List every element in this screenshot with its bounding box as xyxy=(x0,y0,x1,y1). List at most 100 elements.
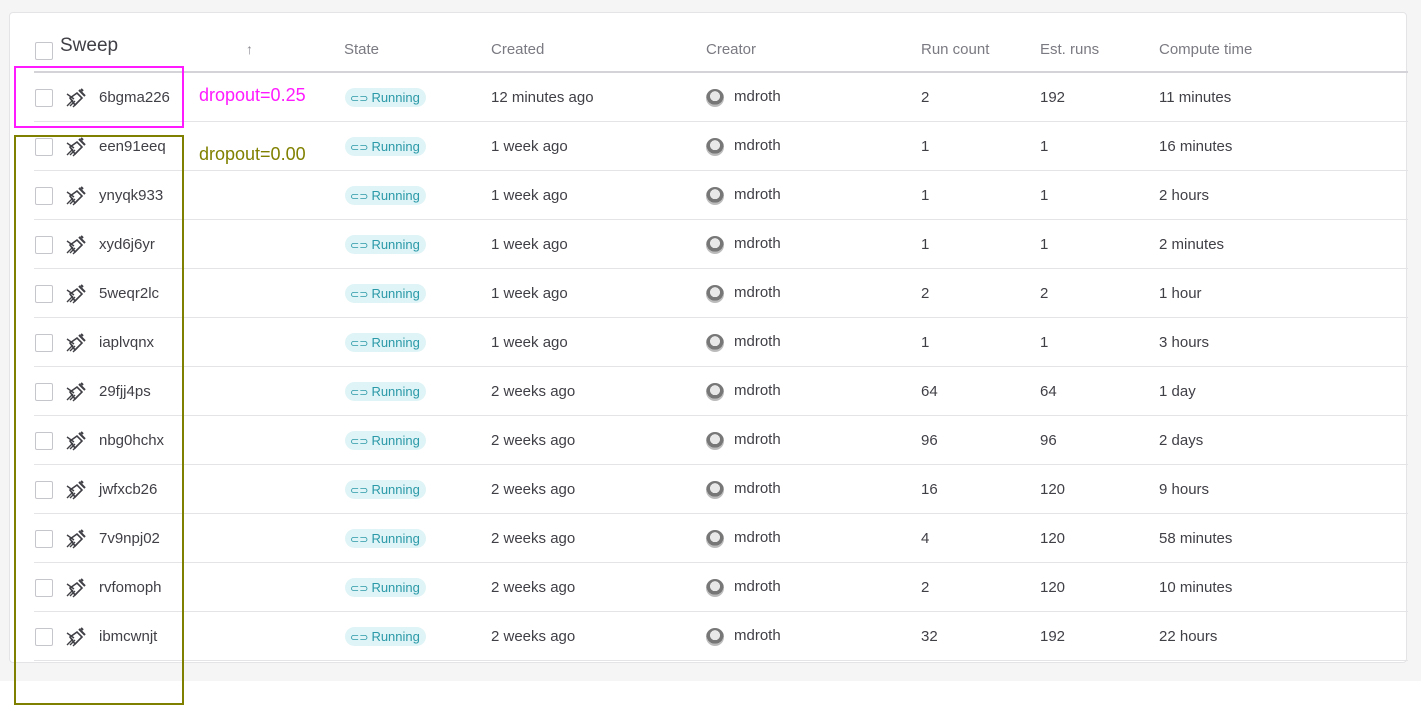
state-badge: ⊂⊃ Running xyxy=(345,137,426,156)
annotation-label-dropout-025: dropout=0.25 xyxy=(199,85,306,105)
est-runs: 120 xyxy=(1040,579,1066,596)
table-row[interactable]: 29fjj4ps ⊂⊃ Running 2 weeks ago mdroth 64… xyxy=(34,367,1408,416)
state-label: Running xyxy=(371,580,420,595)
run-count: 4 xyxy=(921,530,930,547)
table-row[interactable]: 7v9npj02 ⊂⊃ Running 2 weeks ago mdroth 4 … xyxy=(34,514,1408,563)
table-row[interactable]: ynyqk933 ⊂⊃ Running 1 week ago mdroth 1 1… xyxy=(34,171,1408,220)
table-row[interactable]: ibmcwnjt ⊂⊃ Running 2 weeks ago mdroth 32… xyxy=(34,612,1408,661)
running-link-icon: ⊂⊃ xyxy=(350,240,369,252)
creator-avatar xyxy=(706,628,724,646)
header-sweep[interactable]: Sweep xyxy=(60,35,118,57)
state-label: Running xyxy=(371,433,420,448)
run-count: 16 xyxy=(921,481,938,498)
compute-time: 22 hours xyxy=(1159,628,1218,645)
est-runs: 120 xyxy=(1040,481,1066,498)
compute-time: 58 minutes xyxy=(1159,530,1233,547)
annotation-box-dropout-000 xyxy=(14,135,184,705)
est-runs: 1 xyxy=(1040,334,1049,351)
table-row[interactable]: nbg0hchx ⊂⊃ Running 2 weeks ago mdroth 96… xyxy=(34,416,1408,465)
run-count: 2 xyxy=(921,285,930,302)
state-badge: ⊂⊃ Running xyxy=(345,88,426,107)
state-label: Running xyxy=(371,286,420,301)
creator-avatar xyxy=(706,334,724,352)
run-count: 1 xyxy=(921,236,930,253)
created-time: 1 week ago xyxy=(491,187,568,204)
table-row[interactable]: jwfxcb26 ⊂⊃ Running 2 weeks ago mdroth 16… xyxy=(34,465,1408,514)
state-label: Running xyxy=(371,384,420,399)
header-compute-time[interactable]: Compute time xyxy=(1159,41,1252,58)
running-link-icon: ⊂⊃ xyxy=(350,338,369,350)
creator-avatar xyxy=(706,530,724,548)
header-est-runs[interactable]: Est. runs xyxy=(1040,41,1099,58)
est-runs: 1 xyxy=(1040,138,1049,155)
creator-name[interactable]: mdroth xyxy=(734,578,781,595)
state-badge: ⊂⊃ Running xyxy=(345,382,426,401)
creator-name[interactable]: mdroth xyxy=(734,529,781,546)
creator-name[interactable]: mdroth xyxy=(734,88,781,105)
compute-time: 2 minutes xyxy=(1159,236,1225,253)
created-time: 2 weeks ago xyxy=(491,383,576,400)
state-badge: ⊂⊃ Running xyxy=(345,431,426,450)
state-label: Running xyxy=(371,629,420,644)
select-all-checkbox[interactable] xyxy=(35,42,53,60)
running-link-icon: ⊂⊃ xyxy=(350,191,369,203)
running-link-icon: ⊂⊃ xyxy=(350,632,369,644)
annotation-box-dropout-025 xyxy=(14,66,184,128)
creator-name[interactable]: mdroth xyxy=(734,137,781,154)
table-row[interactable]: iaplvqnx ⊂⊃ Running 1 week ago mdroth 1 1… xyxy=(34,318,1408,367)
running-link-icon: ⊂⊃ xyxy=(350,289,369,301)
header-run-count[interactable]: Run count xyxy=(921,41,989,58)
est-runs: 64 xyxy=(1040,383,1057,400)
creator-name[interactable]: mdroth xyxy=(734,333,781,350)
est-runs: 192 xyxy=(1040,89,1066,106)
created-time: 1 week ago xyxy=(491,285,568,302)
table-row[interactable]: rvfomoph ⊂⊃ Running 2 weeks ago mdroth 2 … xyxy=(34,563,1408,612)
creator-name[interactable]: mdroth xyxy=(734,284,781,301)
created-time: 2 weeks ago xyxy=(491,628,576,645)
creator-avatar xyxy=(706,138,724,156)
sort-ascending-icon[interactable]: ↑ xyxy=(246,41,253,57)
creator-avatar xyxy=(706,481,724,499)
run-count: 2 xyxy=(921,89,930,106)
compute-time: 9 hours xyxy=(1159,481,1210,498)
creator-name[interactable]: mdroth xyxy=(734,186,781,203)
est-runs: 192 xyxy=(1040,628,1066,645)
created-time: 1 week ago xyxy=(491,334,568,351)
creator-avatar xyxy=(706,285,724,303)
table-row[interactable]: 5weqr2lc ⊂⊃ Running 1 week ago mdroth 2 2… xyxy=(34,269,1408,318)
running-link-icon: ⊂⊃ xyxy=(350,583,369,595)
state-label: Running xyxy=(371,90,420,105)
est-runs: 120 xyxy=(1040,530,1066,547)
compute-time: 2 days xyxy=(1159,432,1204,449)
run-count: 96 xyxy=(921,432,938,449)
state-badge: ⊂⊃ Running xyxy=(345,235,426,254)
header-created[interactable]: Created xyxy=(491,41,544,58)
table-row[interactable]: xyd6j6yr ⊂⊃ Running 1 week ago mdroth 1 1… xyxy=(34,220,1408,269)
header-state[interactable]: State xyxy=(344,41,379,58)
created-time: 2 weeks ago xyxy=(491,530,576,547)
creator-name[interactable]: mdroth xyxy=(734,382,781,399)
state-badge: ⊂⊃ Running xyxy=(345,529,426,548)
running-link-icon: ⊂⊃ xyxy=(350,387,369,399)
running-link-icon: ⊂⊃ xyxy=(350,142,369,154)
compute-time: 1 day xyxy=(1159,383,1196,400)
compute-time: 1 hour xyxy=(1159,285,1202,302)
creator-name[interactable]: mdroth xyxy=(734,627,781,644)
creator-name[interactable]: mdroth xyxy=(734,480,781,497)
creator-name[interactable]: mdroth xyxy=(734,235,781,252)
sweeps-table: Sweep State Created ↑ Creator Run count … xyxy=(9,12,1408,663)
created-time: 2 weeks ago xyxy=(491,481,576,498)
est-runs: 1 xyxy=(1040,236,1049,253)
run-count: 1 xyxy=(921,138,930,155)
creator-avatar xyxy=(706,579,724,597)
table-header: Sweep State Created ↑ Creator Run count … xyxy=(34,13,1408,73)
header-creator[interactable]: Creator xyxy=(706,41,756,58)
state-badge: ⊂⊃ Running xyxy=(345,480,426,499)
creator-avatar xyxy=(706,432,724,450)
state-label: Running xyxy=(371,335,420,350)
creator-name[interactable]: mdroth xyxy=(734,431,781,448)
created-time: 12 minutes ago xyxy=(491,89,594,106)
running-link-icon: ⊂⊃ xyxy=(350,436,369,448)
state-badge: ⊂⊃ Running xyxy=(345,627,426,646)
state-label: Running xyxy=(371,531,420,546)
